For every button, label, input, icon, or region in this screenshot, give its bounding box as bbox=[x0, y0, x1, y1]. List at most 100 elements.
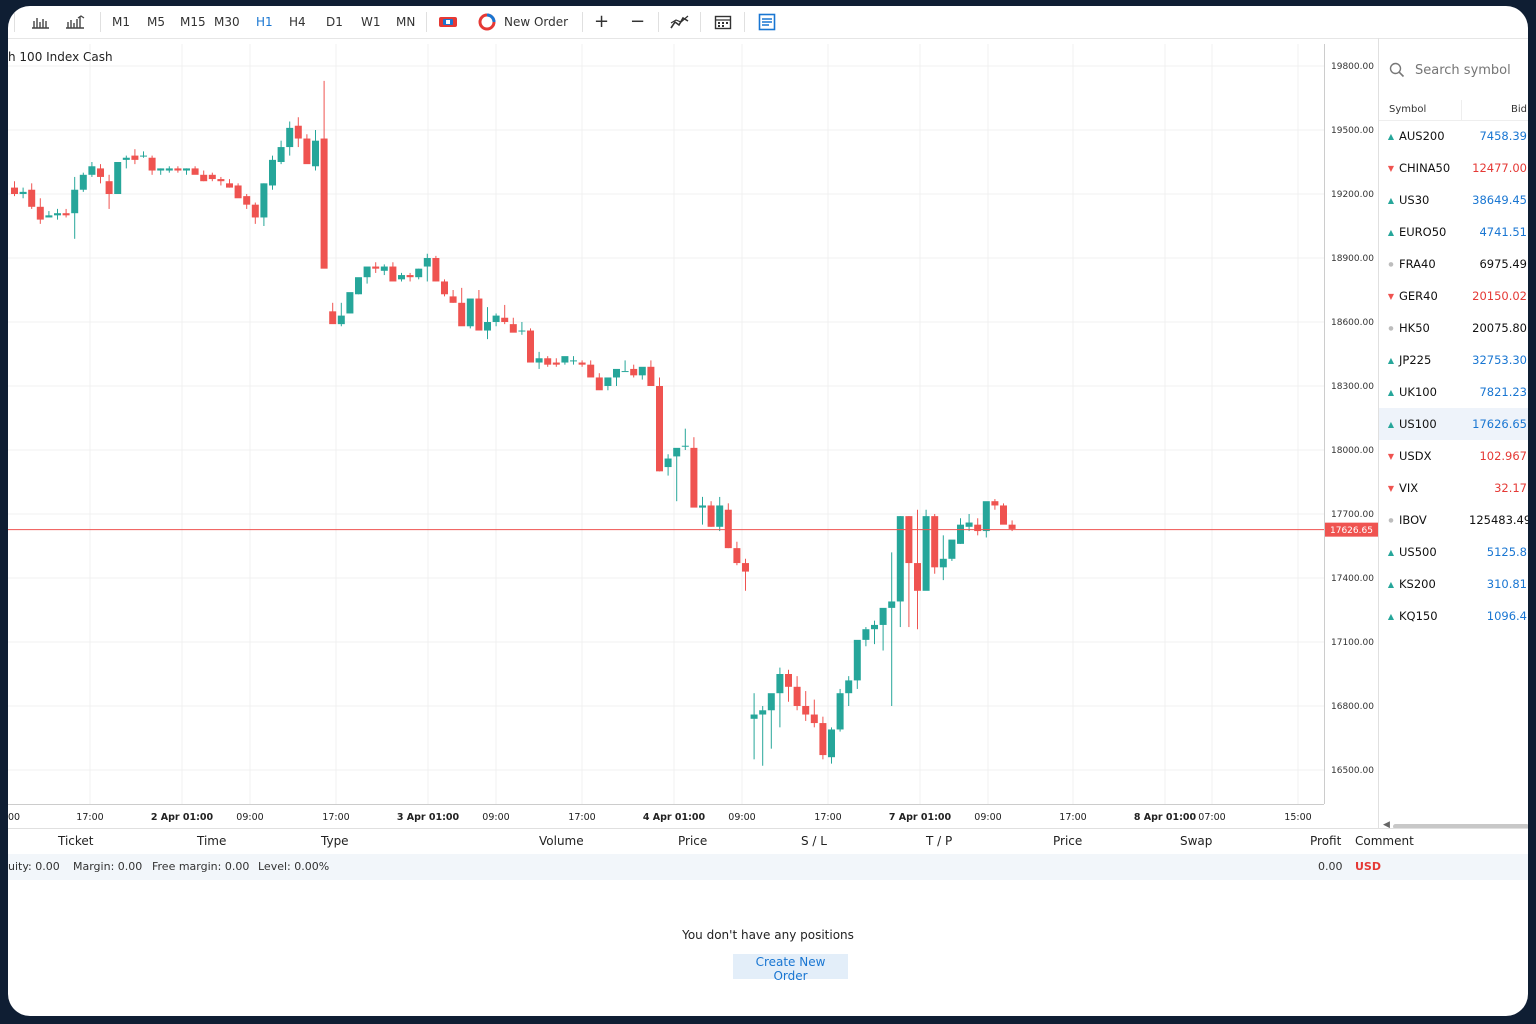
column-symbol[interactable]: Symbol bbox=[1389, 104, 1426, 115]
timeframe-m5[interactable]: M5 bbox=[147, 13, 165, 31]
candlestick-chart-icon[interactable] bbox=[66, 13, 86, 31]
candle-body bbox=[398, 275, 405, 280]
column-comment[interactable]: Comment bbox=[1355, 834, 1414, 848]
price-tick-label: 19800.00 bbox=[1331, 62, 1374, 72]
symbol-row-us100[interactable]: ▲ US100 17626.65 bbox=[1379, 408, 1528, 440]
candle-body bbox=[88, 166, 96, 175]
candle-body bbox=[71, 189, 79, 214]
margin-value: Margin: 0.00 bbox=[73, 860, 143, 873]
symbol-bid: 125483.49 bbox=[1469, 513, 1528, 527]
symbol-row-ks200[interactable]: ▲ KS200 310.81 bbox=[1379, 568, 1528, 600]
zoom-in-icon[interactable]: + bbox=[594, 13, 609, 31]
timeframe-m1[interactable]: M1 bbox=[112, 13, 130, 31]
candle-body bbox=[767, 693, 775, 711]
candle-body bbox=[793, 686, 801, 706]
timeframe-d1[interactable]: D1 bbox=[326, 13, 343, 31]
symbol-row-us30[interactable]: ▲ US30 38649.45 bbox=[1379, 184, 1528, 216]
symbol-row-hk50[interactable]: ● HK50 20075.80 bbox=[1379, 312, 1528, 344]
candle-body bbox=[638, 366, 646, 376]
column-ticket[interactable]: Ticket bbox=[58, 834, 94, 848]
column-type[interactable]: Type bbox=[321, 834, 349, 848]
column-time[interactable]: Time bbox=[197, 834, 226, 848]
one-click-trading-icon[interactable] bbox=[438, 13, 458, 31]
symbol-row-china50[interactable]: ▼ CHINA50 12477.00 bbox=[1379, 152, 1528, 184]
up-arrow-icon: ▲ bbox=[1387, 355, 1395, 365]
symbol-bid: 7821.23 bbox=[1479, 385, 1527, 399]
symbol-row-us500[interactable]: ▲ US500 5125.8 bbox=[1379, 536, 1528, 568]
symbol-row-vix[interactable]: ▼ VIX 32.17 bbox=[1379, 472, 1528, 504]
up-arrow-icon: ▲ bbox=[1387, 419, 1395, 429]
search-icon bbox=[1389, 62, 1405, 78]
timeframe-m30[interactable]: M30 bbox=[214, 13, 240, 31]
symbol-row-uk100[interactable]: ▲ UK100 7821.23 bbox=[1379, 376, 1528, 408]
candle-body bbox=[750, 714, 758, 719]
candle-body bbox=[406, 275, 414, 278]
toolbar-separator bbox=[658, 12, 659, 32]
market-watch-header: Symbol Bid bbox=[1379, 100, 1528, 121]
candle-body bbox=[570, 360, 577, 362]
price-tick-label: 19500.00 bbox=[1331, 126, 1374, 136]
candle-body bbox=[509, 324, 517, 333]
timeframe-w1[interactable]: W1 bbox=[361, 13, 381, 31]
symbol-bid: 32753.30 bbox=[1472, 353, 1527, 367]
zoom-out-icon[interactable]: − bbox=[630, 13, 645, 31]
symbol-name: GER40 bbox=[1399, 289, 1438, 303]
column-open-price[interactable]: Price bbox=[678, 834, 707, 848]
trade-panel-icon[interactable] bbox=[758, 13, 776, 31]
symbol-name: US500 bbox=[1399, 545, 1437, 559]
column-bid[interactable]: Bid bbox=[1511, 104, 1527, 115]
candle-body bbox=[845, 680, 853, 694]
candle-body bbox=[501, 317, 509, 322]
search-input[interactable] bbox=[1413, 61, 1527, 79]
column-take-profit[interactable]: T / P bbox=[926, 834, 952, 848]
price-tick-label: 17400.00 bbox=[1331, 574, 1374, 584]
bar-chart-icon[interactable] bbox=[32, 13, 50, 31]
candle-body bbox=[11, 187, 18, 194]
symbol-row-aus200[interactable]: ▲ AUS200 7458.39 bbox=[1379, 120, 1528, 152]
candle-body bbox=[363, 266, 371, 278]
candle-body bbox=[320, 138, 328, 269]
symbol-row-kq150[interactable]: ▲ KQ150 1096.4 bbox=[1379, 600, 1528, 632]
symbol-search[interactable] bbox=[1389, 58, 1528, 82]
time-axis[interactable]: 00 17:00 2 Apr 01:00 09:00 17:00 3 Apr 01:00 0… bbox=[8, 804, 1324, 827]
candle-body bbox=[458, 302, 466, 327]
timeframe-mn[interactable]: MN bbox=[396, 13, 415, 31]
candle-body bbox=[647, 366, 655, 386]
timeframe-m15[interactable]: M15 bbox=[180, 13, 206, 31]
candle-body bbox=[690, 447, 698, 508]
column-swap[interactable]: Swap bbox=[1180, 834, 1212, 848]
symbol-name: KS200 bbox=[1399, 577, 1436, 591]
timeframe-h1[interactable]: H1 bbox=[256, 13, 273, 31]
column-current-price[interactable]: Price bbox=[1053, 834, 1082, 848]
indicators-icon[interactable] bbox=[670, 13, 690, 31]
candle-body bbox=[484, 322, 491, 331]
symbol-row-fra40[interactable]: ● FRA40 6975.49 bbox=[1379, 248, 1528, 280]
candle-body bbox=[681, 445, 689, 447]
up-arrow-icon: ▲ bbox=[1387, 131, 1395, 141]
candle-body bbox=[346, 292, 354, 314]
candle-body bbox=[604, 377, 612, 386]
symbol-row-ibov[interactable]: ● IBOV 125483.49 bbox=[1379, 504, 1528, 536]
price-chart[interactable] bbox=[8, 44, 1324, 804]
symbol-row-ger40[interactable]: ▼ GER40 20150.02 bbox=[1379, 280, 1528, 312]
time-tick-label: 09:00 bbox=[482, 812, 509, 823]
candle-body bbox=[28, 189, 36, 207]
toolbar: M1 M5 M15 M30 H1 H4 D1 W1 MN New Order +… bbox=[8, 6, 1528, 39]
symbol-name: VIX bbox=[1399, 481, 1419, 495]
column-stop-loss[interactable]: S / L bbox=[801, 834, 827, 848]
symbol-row-usdx[interactable]: ▼ USDX 102.967 bbox=[1379, 440, 1528, 472]
calendar-icon[interactable] bbox=[714, 13, 732, 31]
symbol-row-jp225[interactable]: ▲ JP225 32753.30 bbox=[1379, 344, 1528, 376]
equity-value: uity: 0.00 bbox=[8, 860, 60, 873]
timeframe-h4[interactable]: H4 bbox=[289, 13, 306, 31]
column-volume[interactable]: Volume bbox=[539, 834, 584, 848]
symbol-row-euro50[interactable]: ▲ EURO50 4741.51 bbox=[1379, 216, 1528, 248]
up-arrow-icon: ▲ bbox=[1387, 579, 1395, 589]
create-new-order-button[interactable]: Create New Order bbox=[733, 954, 848, 983]
new-order-button[interactable]: New Order bbox=[478, 13, 568, 31]
neutral-dot-icon: ● bbox=[1388, 260, 1394, 268]
price-tick-label: 18600.00 bbox=[1331, 318, 1374, 328]
column-profit[interactable]: Profit bbox=[1310, 834, 1341, 848]
price-tick-label: 16800.00 bbox=[1331, 702, 1374, 712]
price-axis[interactable]: 16500.00 16800.00 17100.00 17400.00 17700.00… bbox=[1324, 44, 1379, 804]
